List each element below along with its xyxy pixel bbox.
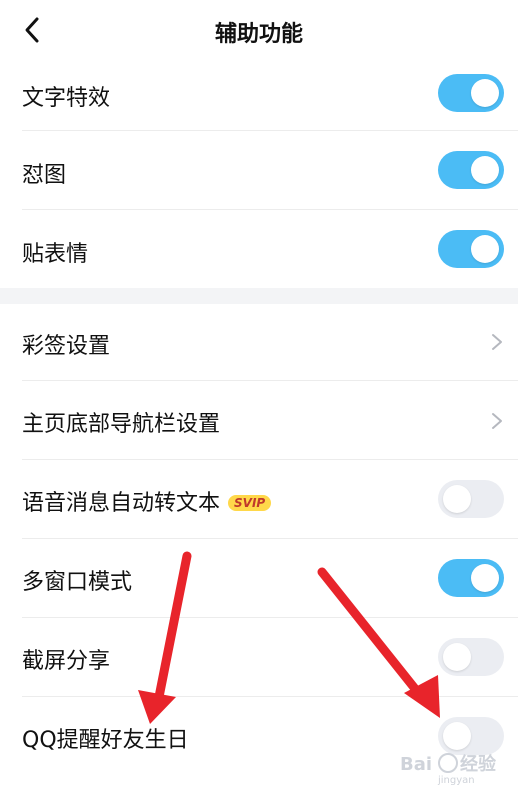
baidu-watermark-icon: Bai 经验 jingyan bbox=[400, 753, 497, 786]
annotation-arrows bbox=[138, 551, 440, 724]
arrow-left-icon bbox=[138, 551, 192, 724]
svg-text:经验: 经验 bbox=[460, 753, 497, 775]
watermark-sub: jingyan bbox=[437, 775, 475, 786]
arrow-right-icon bbox=[317, 567, 440, 718]
watermark-brand: Bai bbox=[400, 754, 432, 775]
